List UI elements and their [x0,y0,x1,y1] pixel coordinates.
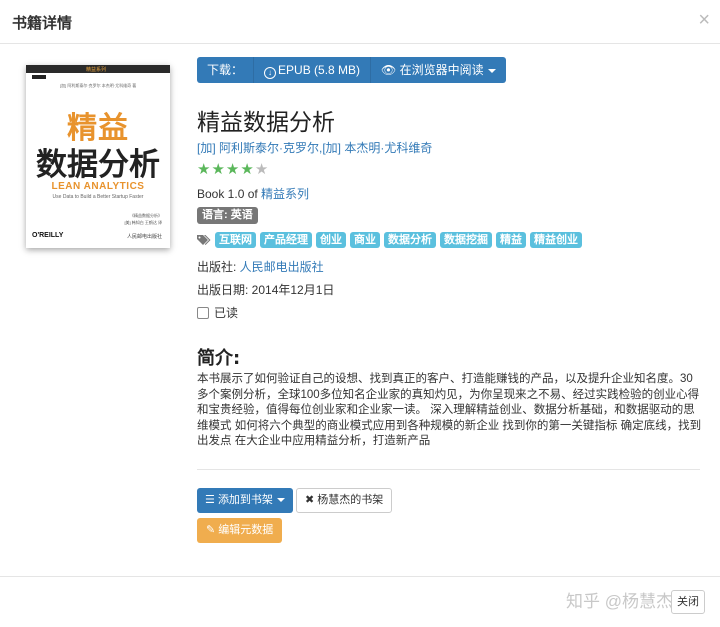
oreilly-logo: O'REILLY [32,232,64,239]
press-logo: 人民邮电出版社 [126,234,162,240]
cover-flag [32,75,46,79]
chevron-down-icon [276,498,285,503]
read-online-button[interactable]: 👁 在浏览器中阅读 [371,57,506,83]
add-to-shelf-button[interactable]: ☰ 添加到书架 [197,488,293,513]
tag-7[interactable]: 精益创业 [530,232,582,248]
star-filled-icon[interactable]: ★ [240,161,254,178]
series-link[interactable]: 精益系列 [261,187,309,201]
edit-metadata-label: 编辑元数据 [218,524,274,536]
cover-translator2: [美] 韩知白 王鹤达 译 [124,220,162,225]
epub-download-button[interactable]: ↓ EPUB (5.8 MB) [254,57,372,83]
star-filled-icon[interactable]: ★ [211,161,225,178]
cover-series: 精益系列 [86,67,107,73]
add-to-shelf-label: 添加到书架 [217,494,273,506]
download-label: 下载： [197,57,255,83]
close-icon[interactable]: × [698,10,710,30]
tag-5[interactable]: 数据挖掘 [440,232,492,248]
book-prefix: Book 1.0 of [197,187,262,201]
edit-metadata-button[interactable]: ✎ 编辑元数据 [197,518,283,543]
book-cover[interactable]: 精益系列 [加] 阿利斯泰尔·克罗尔 本杰明·尤科维奇 著 精益 数据分析 LE… [26,65,170,248]
cover-en-title: LEAN ANALYTICS [51,181,145,192]
owner-shelf-label: 杨慧杰的书架 [317,494,384,506]
tag-0[interactable]: 互联网 [215,232,256,248]
cover-title-line2: 数据分析 [36,147,160,183]
tag-1[interactable]: 产品经理 [260,232,312,248]
chevron-down-icon [487,68,496,73]
publish-date: 出版日期: 2014年12月1日 [197,283,335,297]
book-title: 精益数据分析 [197,110,335,136]
modal-title: 书籍详情 [12,15,73,32]
cover-en-subtitle: Use Data to Build a Better Startup Faste… [52,194,144,200]
watermark: 知乎 @杨慧杰 [566,592,673,611]
cover-authors: [加] 阿利斯泰尔·克罗尔 本杰明·尤科维奇 著 [60,83,137,88]
author-link-2[interactable]: [加] 本杰明·尤科维奇 [322,141,432,155]
intro-heading: 简介: [197,348,241,369]
tag-2[interactable]: 创业 [316,232,346,248]
star-filled-icon[interactable]: ★ [226,161,240,178]
tags-icon [197,235,211,245]
read-checkbox[interactable] [197,306,209,319]
close-button[interactable]: 关闭 [671,590,705,614]
download-icon: ↓ [264,67,277,79]
modal-header: 书籍详情 × [0,0,720,44]
divider [197,469,700,470]
read-row: 已读 [197,304,238,321]
rating-stars: ★★★★★ [197,160,269,178]
authors-line: [加] 阿利斯泰尔·克罗尔,[加] 本杰明·尤科维奇 [197,139,432,156]
intro-text: 本书展示了如何验证自己的设想、找到真正的客户、打造能赚钱的产品，以及提升企业知名… [197,373,702,448]
tag-3[interactable]: 商业 [350,232,380,248]
eye-icon: 👁 [381,63,397,77]
author-link-1[interactable]: [加] 阿利斯泰尔·克罗尔 [197,141,319,155]
edit-icon: ✎ [206,524,216,536]
tag-4[interactable]: 数据分析 [384,232,436,248]
list-icon: ☰ [205,494,215,506]
read-label: 已读 [214,306,239,320]
tags-row: 互联网 产品经理 创业 商业 数据分析 数据挖掘 精益 精益创业 [197,232,586,248]
star-filled-icon[interactable]: ★ [197,161,211,178]
star-empty-icon[interactable]: ★ [255,161,269,178]
owner-shelf-button[interactable]: ✖ 杨慧杰的书架 [296,488,393,513]
epub-label: EPUB (5.8 MB) [278,63,361,77]
cover-translator1: 《精益数据分析》 [130,213,162,218]
publisher-line: 出版社: 人民邮电出版社 [197,258,324,275]
publisher-link[interactable]: 人民邮电出版社 [240,260,324,274]
download-button-group: 下载： ↓ EPUB (5.8 MB) 👁 在浏览器中阅读 [197,57,506,83]
read-online-label: 在浏览器中阅读 [399,63,484,77]
footer-divider [0,576,720,577]
book-series-line: Book 1.0 of 精益系列 [197,185,309,202]
publisher-label: 出版社: [197,260,240,274]
remove-icon: ✖ [305,494,315,506]
tag-6[interactable]: 精益 [496,232,526,248]
language-badge: 语言: 英语 [197,207,258,224]
